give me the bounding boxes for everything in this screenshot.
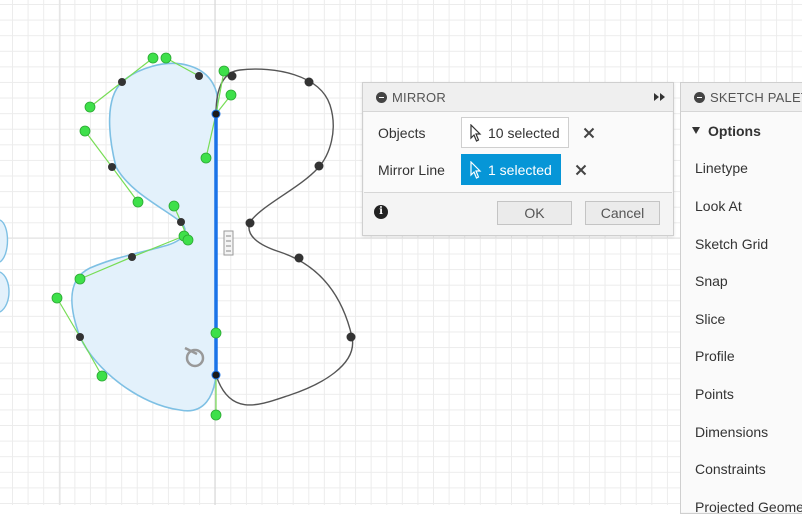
sketch-palette-header: SKETCH PALETTE	[681, 83, 802, 112]
palette-option-projected-geometries[interactable]: Projected Geometries	[681, 488, 802, 513]
cursor-arrow-icon	[470, 160, 482, 179]
cancel-button[interactable]: Cancel	[585, 201, 660, 225]
close-icon[interactable]	[575, 164, 587, 176]
objects-selection-button[interactable]: 10 selected	[461, 117, 569, 148]
mirror-line-label: Mirror Line	[378, 161, 445, 178]
palette-option-look-at[interactable]: Look At	[681, 187, 802, 225]
objects-row: Objects 10 selected	[364, 114, 672, 151]
mirror-dialog-body: Objects 10 selected Mirror Line 1 select…	[364, 112, 672, 193]
right-sketch-curve[interactable]	[215, 68, 354, 406]
mirror-line-selection-button[interactable]: 1 selected	[461, 154, 561, 185]
close-icon[interactable]	[583, 127, 595, 139]
sketch-palette-title: SKETCH PALETTE	[710, 89, 802, 105]
symmetry-constraint-icon[interactable]	[223, 230, 234, 256]
options-section-toggle[interactable]: Options	[681, 112, 802, 150]
info-icon[interactable]: i	[374, 205, 388, 219]
cursor-arrow-icon	[470, 123, 482, 142]
mirror-dialog-header: MIRROR	[363, 83, 673, 112]
sketch-palette-body: Options Linetype Look At Sketch Grid Sna…	[681, 112, 802, 513]
mirror-line-selection-value: 1 selected	[488, 161, 552, 178]
palette-option-sketch-grid[interactable]: Sketch Grid	[681, 225, 802, 263]
palette-option-linetype[interactable]: Linetype	[681, 150, 802, 188]
mirror-dialog: MIRROR Objects 10 selected Mirror Line 1…	[362, 82, 674, 236]
collapse-icon[interactable]	[694, 91, 705, 103]
left-sketch-profile[interactable]	[71, 62, 219, 412]
ok-button[interactable]: OK	[497, 201, 572, 225]
mirror-dialog-footer: i OK Cancel	[363, 193, 673, 232]
palette-option-profile[interactable]: Profile	[681, 338, 802, 376]
palette-option-snap[interactable]: Snap	[681, 262, 802, 300]
partial-profile-left-upper	[0, 219, 9, 263]
objects-selection-value: 10 selected	[488, 124, 560, 141]
mirror-line-row: Mirror Line 1 selected	[364, 151, 672, 188]
objects-label: Objects	[378, 124, 426, 141]
palette-option-dimensions[interactable]: Dimensions	[681, 413, 802, 451]
sketch-palette: SKETCH PALETTE Options Linetype Look At …	[680, 82, 802, 514]
mirror-dialog-title: MIRROR	[392, 89, 446, 105]
triangle-down-icon	[692, 127, 700, 135]
palette-option-points[interactable]: Points	[681, 375, 802, 413]
options-section-label: Options	[708, 122, 761, 139]
collapse-icon[interactable]	[376, 91, 387, 103]
palette-option-constraints[interactable]: Constraints	[681, 450, 802, 488]
partial-profile-left-lower	[0, 271, 10, 313]
palette-option-slice[interactable]: Slice	[681, 300, 802, 338]
double-chevron-right-icon[interactable]	[653, 92, 667, 102]
